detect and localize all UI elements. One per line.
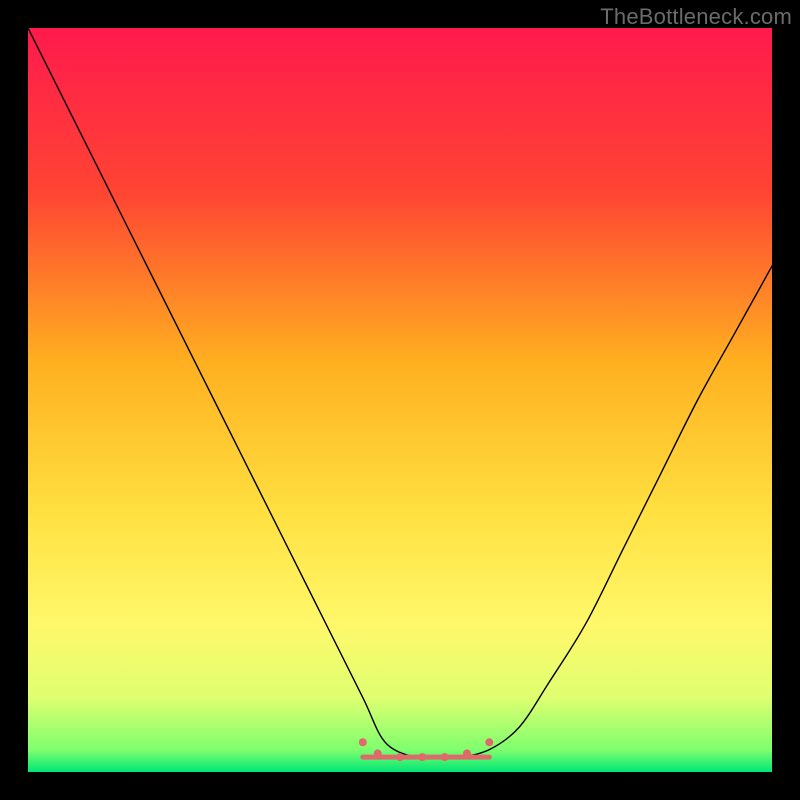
watermark-text: TheBottleneck.com [600, 4, 792, 30]
chart-svg [28, 28, 772, 772]
chart-plot-area [28, 28, 772, 772]
chart-frame: TheBottleneck.com [0, 0, 800, 800]
